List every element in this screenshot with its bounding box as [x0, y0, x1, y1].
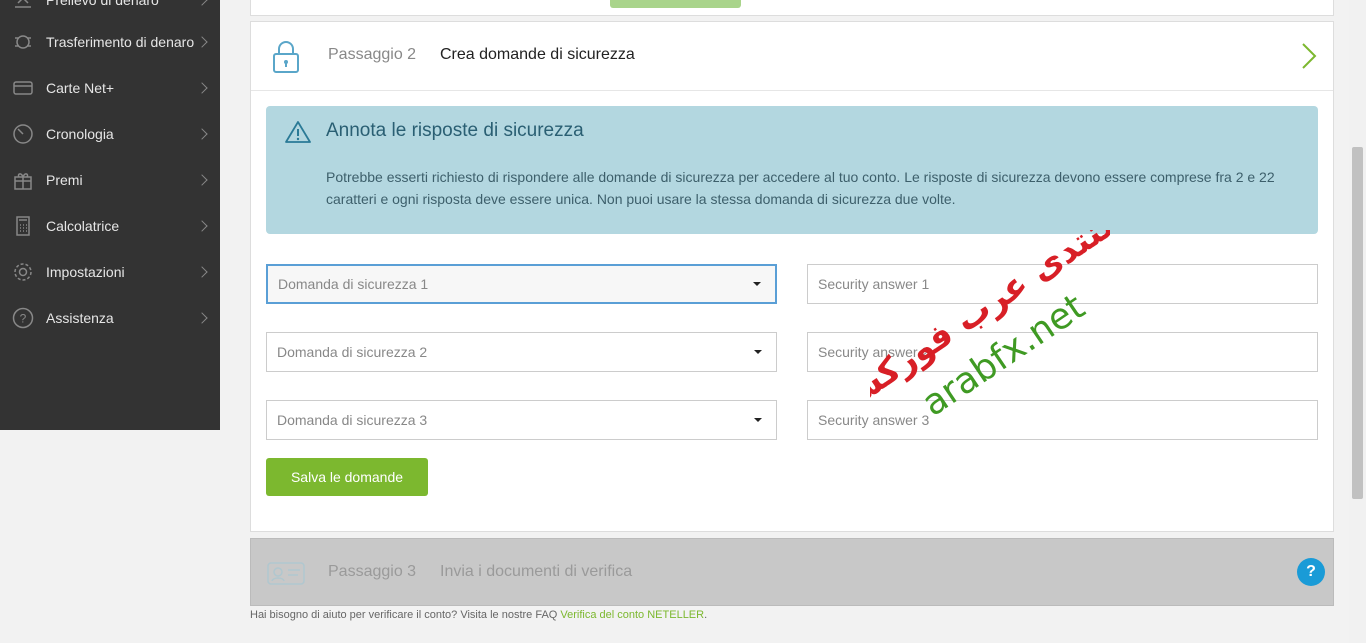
select-value: Domanda di sicurezza 2 [277, 344, 428, 360]
history-icon [0, 123, 46, 145]
sidebar-item-label: Assistenza [46, 310, 114, 326]
caret-down-icon [753, 282, 761, 286]
sidebar-item-label: Trasferimento di denaro [46, 34, 195, 50]
save-questions-button[interactable]: Salva le domande [266, 458, 428, 496]
withdraw-icon [0, 0, 46, 11]
security-question-1-select[interactable]: Domanda di sicurezza 1 [266, 264, 777, 304]
sidebar-item-transfer[interactable]: Trasferimento di denaro [0, 19, 220, 65]
step2-title: Crea domande di sicurezza [440, 46, 635, 63]
sidebar-item-support[interactable]: ? Assistenza [0, 295, 220, 341]
footer-suffix: . [704, 609, 708, 621]
step2-number: Passaggio 2 [328, 46, 417, 63]
calculator-icon [0, 215, 46, 237]
help-icon: ? [0, 307, 46, 329]
step3-number: Passaggio 3 [328, 563, 417, 580]
sidebar-item-calculator[interactable]: Calcolatrice [0, 203, 220, 249]
footer-help-text: Hai bisogno di aiuto per verificare il c… [250, 609, 707, 621]
previous-step-card [250, 0, 1334, 16]
footer-text: Hai bisogno di aiuto per verificare il c… [250, 609, 561, 621]
step2-header[interactable]: Passaggio 2 Crea domande di sicurezza [251, 22, 1333, 91]
warning-icon [284, 120, 312, 149]
id-document-icon [267, 559, 305, 590]
chevron-right-icon[interactable] [1301, 42, 1317, 75]
verification-faq-link[interactable]: Verifica del conto NETELLER [560, 609, 704, 621]
sidebar-item-label: Carte Net+ [46, 80, 115, 96]
step3-title: Invia i documenti di verifica [440, 563, 633, 580]
sidebar-item-settings[interactable]: Impostazioni [0, 249, 220, 295]
select-value: Domanda di sicurezza 3 [277, 412, 428, 428]
caret-down-icon [754, 350, 762, 354]
step3-card[interactable]: Passaggio 3 Invia i documenti di verific… [250, 538, 1334, 606]
security-answer-1-input[interactable] [807, 264, 1318, 304]
security-question-3-select[interactable]: Domanda di sicurezza 3 [266, 400, 777, 440]
security-answer-3-input[interactable] [807, 400, 1318, 440]
alert-title: Annota le risposte di sicurezza [326, 120, 584, 141]
sidebar-item-label: Prelievo di denaro [46, 0, 159, 8]
security-question-2-select[interactable]: Domanda di sicurezza 2 [266, 332, 777, 372]
card-icon [0, 77, 46, 99]
sidebar-item-history[interactable]: Cronologia [0, 111, 220, 157]
gift-icon [0, 169, 46, 191]
security-answer-2-input[interactable] [807, 332, 1318, 372]
sidebar-item-label: Calcolatrice [46, 218, 120, 234]
help-button[interactable]: ? [1297, 558, 1325, 586]
sidebar-item-rewards[interactable]: Premi [0, 157, 220, 203]
transfer-icon [0, 31, 46, 53]
previous-step-button[interactable] [610, 0, 741, 8]
gear-icon [0, 261, 46, 283]
sidebar-item-label: Impostazioni [46, 264, 125, 280]
security-alert: Annota le risposte di sicurezza Potrebbe… [266, 106, 1318, 234]
sidebar-item-label: Premi [46, 172, 83, 188]
svg-text:?: ? [20, 312, 27, 326]
sidebar-item-cards[interactable]: Carte Net+ [0, 65, 220, 111]
lock-icon [271, 39, 301, 80]
alert-body: Potrebbe esserti richiesto di rispondere… [326, 169, 1275, 207]
select-value: Domanda di sicurezza 1 [278, 276, 429, 292]
scrollbar-thumb[interactable] [1352, 147, 1363, 499]
caret-down-icon [754, 418, 762, 422]
step2-card: Passaggio 2 Crea domande di sicurezza An… [250, 21, 1334, 532]
page-scrollbar[interactable] [1349, 0, 1366, 643]
sidebar-item-label: Cronologia [46, 126, 114, 142]
sidebar: Prelievo di denaro Trasferimento di dena… [0, 0, 220, 430]
